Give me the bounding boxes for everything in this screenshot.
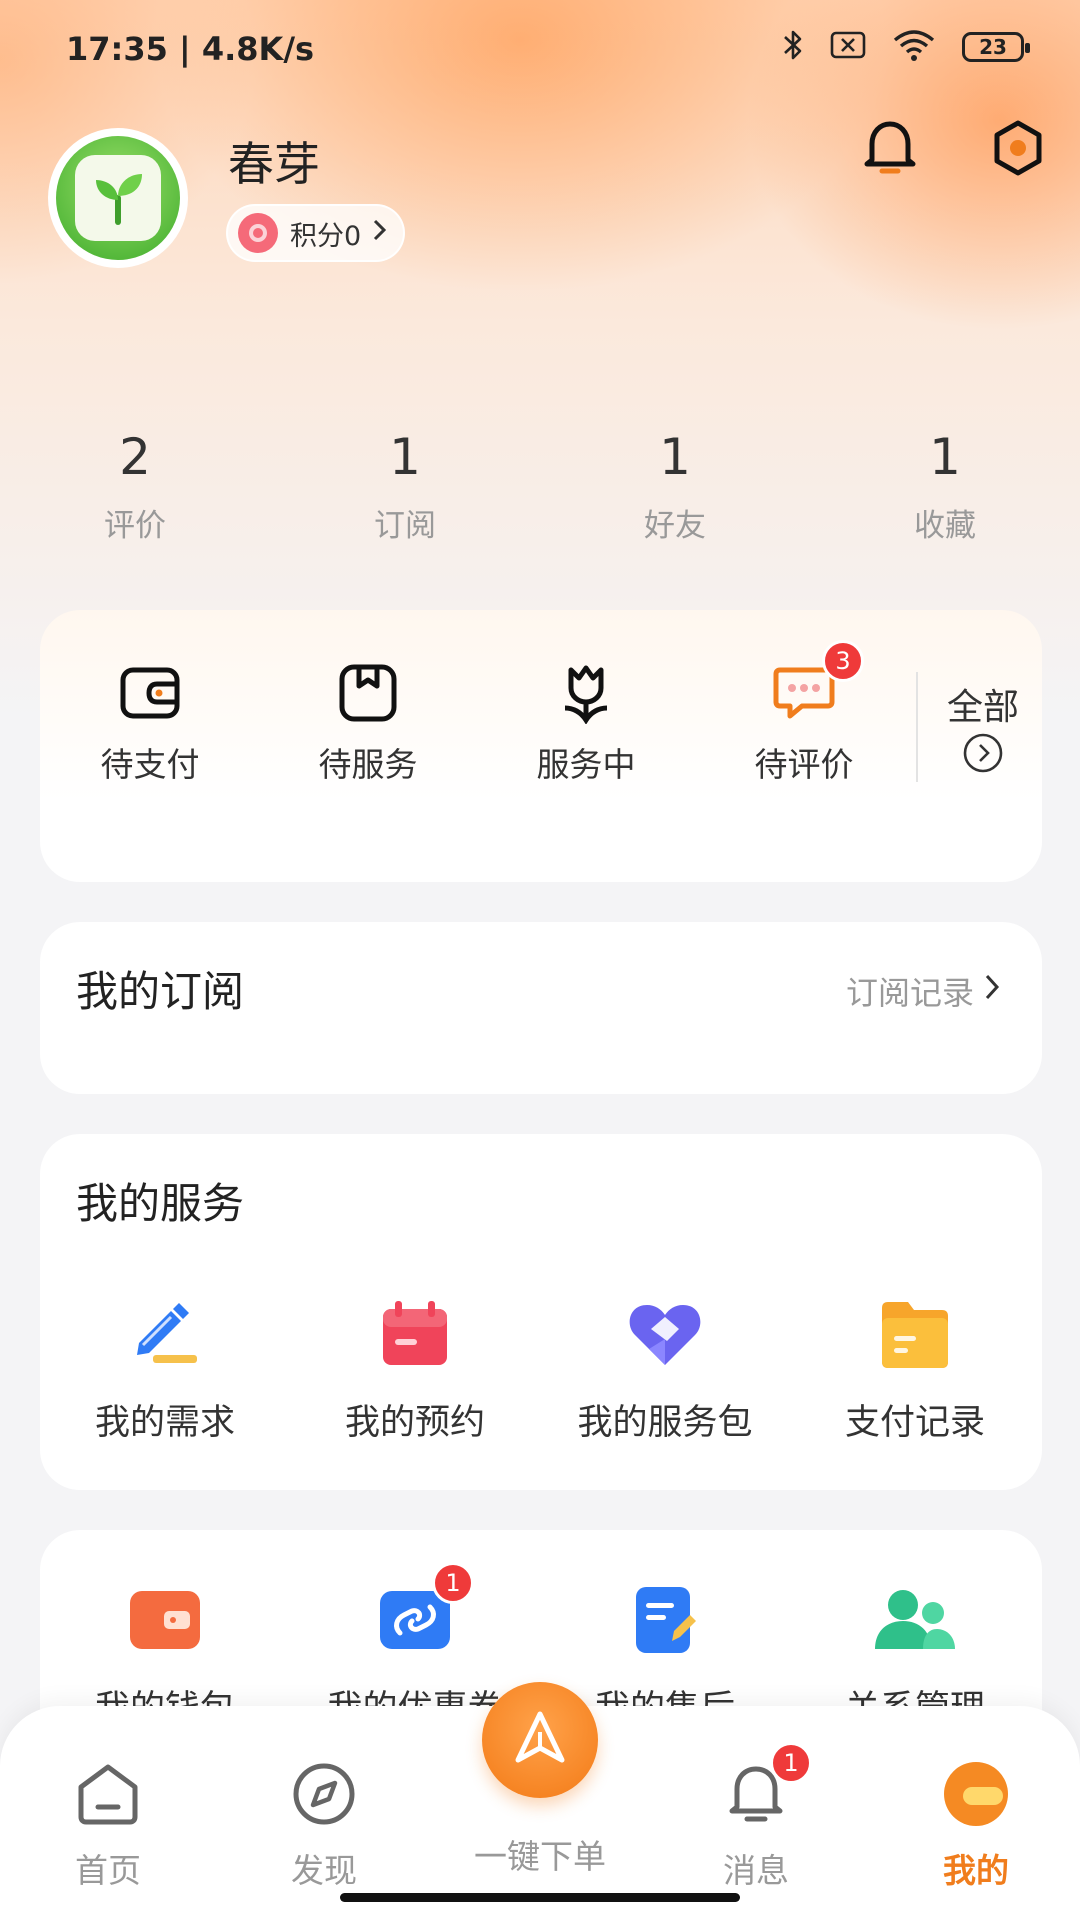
tab-label: 首页 bbox=[75, 1851, 141, 1890]
order-pending-payment[interactable]: 待支付 bbox=[70, 662, 230, 786]
pen-icon bbox=[40, 1294, 290, 1374]
quick-order-label: 一键下单 bbox=[474, 1837, 606, 1876]
heart-icon bbox=[540, 1294, 790, 1374]
home-icon bbox=[38, 1756, 178, 1832]
box-icon bbox=[288, 662, 448, 724]
stat-label: 好友 bbox=[644, 508, 706, 544]
quick-order-icon bbox=[510, 1708, 570, 1772]
subscription-records-label: 订阅记录 bbox=[845, 974, 974, 1012]
stat-value: 1 bbox=[659, 428, 691, 486]
points-label: 积分0 bbox=[290, 220, 362, 252]
service-my-requests[interactable]: 我的需求 bbox=[40, 1294, 290, 1445]
order-label: 待评价 bbox=[754, 745, 854, 784]
order-label: 待支付 bbox=[100, 745, 200, 784]
review-badge: 3 bbox=[822, 640, 864, 682]
wifi-icon bbox=[892, 28, 936, 66]
stat-value: 1 bbox=[389, 428, 421, 486]
service-label: 我的需求 bbox=[94, 1403, 235, 1443]
points-flower-icon bbox=[238, 213, 278, 253]
messages-badge: 1 bbox=[770, 1742, 812, 1784]
service-label: 支付记录 bbox=[844, 1403, 985, 1443]
quick-order-button[interactable] bbox=[482, 1682, 598, 1798]
stats-row: 2 评价 1 订阅 1 好友 1 收藏 bbox=[0, 428, 1080, 545]
stat-label: 评价 bbox=[104, 508, 166, 544]
all-orders-button[interactable]: 全部 bbox=[938, 678, 1028, 783]
user-name: 春芽 bbox=[228, 137, 320, 191]
coupon-badge: 1 bbox=[432, 1562, 474, 1604]
wallet-icon bbox=[40, 1580, 290, 1660]
flower-icon bbox=[506, 662, 666, 724]
chevron-right-icon bbox=[984, 972, 1000, 1010]
points-button[interactable]: 积分0 bbox=[226, 204, 406, 262]
subscription-title: 我的订阅 bbox=[76, 967, 245, 1016]
profile-icon bbox=[906, 1756, 1046, 1832]
stat-favorites[interactable]: 1 收藏 bbox=[810, 428, 1080, 545]
settings-hex-icon[interactable] bbox=[990, 118, 1046, 182]
service-my-packages[interactable]: 我的服务包 bbox=[540, 1294, 790, 1445]
services-card: 我的服务 我的需求 我的预约 我的服务包 支付记录 bbox=[40, 1134, 1042, 1490]
tab-discover[interactable]: 发现 bbox=[254, 1756, 394, 1892]
calendar-icon bbox=[290, 1294, 540, 1374]
tab-messages[interactable]: 1 消息 bbox=[686, 1742, 826, 1892]
divider bbox=[916, 672, 918, 782]
tab-label: 我的 bbox=[943, 1851, 1009, 1890]
battery-level: 23 bbox=[979, 35, 1007, 59]
document-icon bbox=[540, 1580, 790, 1660]
chat-icon: 3 bbox=[724, 640, 884, 724]
all-orders-label: 全部 bbox=[946, 687, 1019, 728]
services-grid: 我的需求 我的预约 我的服务包 支付记录 bbox=[40, 1294, 1042, 1445]
order-label: 待服务 bbox=[318, 745, 418, 784]
service-label: 我的服务包 bbox=[577, 1403, 753, 1443]
service-my-bookings[interactable]: 我的预约 bbox=[290, 1294, 540, 1445]
stat-label: 收藏 bbox=[914, 508, 976, 544]
tab-home[interactable]: 首页 bbox=[38, 1756, 178, 1892]
chevron-circle-icon bbox=[938, 732, 1028, 783]
stat-reviews[interactable]: 2 评价 bbox=[0, 428, 270, 545]
avatar[interactable] bbox=[48, 128, 188, 268]
tab-label: 发现 bbox=[291, 1851, 357, 1890]
coupon-icon: 1 bbox=[290, 1562, 540, 1660]
compass-icon bbox=[254, 1756, 394, 1832]
notification-bell-icon[interactable] bbox=[862, 118, 918, 182]
order-in-service[interactable]: 服务中 bbox=[506, 662, 666, 786]
service-label: 我的预约 bbox=[344, 1403, 485, 1443]
bell-icon: 1 bbox=[686, 1742, 826, 1832]
tab-label: 消息 bbox=[723, 1851, 789, 1890]
folder-icon bbox=[790, 1294, 1040, 1374]
orders-card: 待支付 待服务 服务中 3 待评价 全部 bbox=[40, 610, 1042, 882]
status-time: 17:35 | 4.8K/s bbox=[66, 30, 315, 68]
stat-friends[interactable]: 1 好友 bbox=[540, 428, 810, 545]
stat-label: 订阅 bbox=[374, 508, 436, 544]
home-indicator bbox=[340, 1893, 740, 1902]
subscription-card: 我的订阅 订阅记录 bbox=[40, 922, 1042, 1094]
order-label: 服务中 bbox=[536, 745, 636, 784]
wallet-icon bbox=[70, 662, 230, 724]
status-icons: 23 bbox=[782, 28, 1030, 66]
sprout-icon bbox=[75, 155, 161, 241]
stat-subscriptions[interactable]: 1 订阅 bbox=[270, 428, 540, 545]
chevron-right-icon bbox=[373, 218, 387, 249]
stat-value: 2 bbox=[119, 428, 151, 486]
bluetooth-icon bbox=[782, 28, 804, 66]
order-pending-service[interactable]: 待服务 bbox=[288, 662, 448, 786]
tab-mine[interactable]: 我的 bbox=[906, 1756, 1046, 1892]
people-icon bbox=[790, 1580, 1040, 1660]
services-title: 我的服务 bbox=[76, 1179, 245, 1228]
stat-value: 1 bbox=[929, 428, 961, 486]
sim-off-icon bbox=[830, 30, 866, 64]
battery-indicator: 23 bbox=[962, 32, 1030, 62]
order-pending-review[interactable]: 3 待评价 bbox=[724, 640, 884, 786]
subscription-records-link[interactable]: 订阅记录 bbox=[846, 968, 1000, 1014]
service-payment-records[interactable]: 支付记录 bbox=[790, 1294, 1040, 1445]
